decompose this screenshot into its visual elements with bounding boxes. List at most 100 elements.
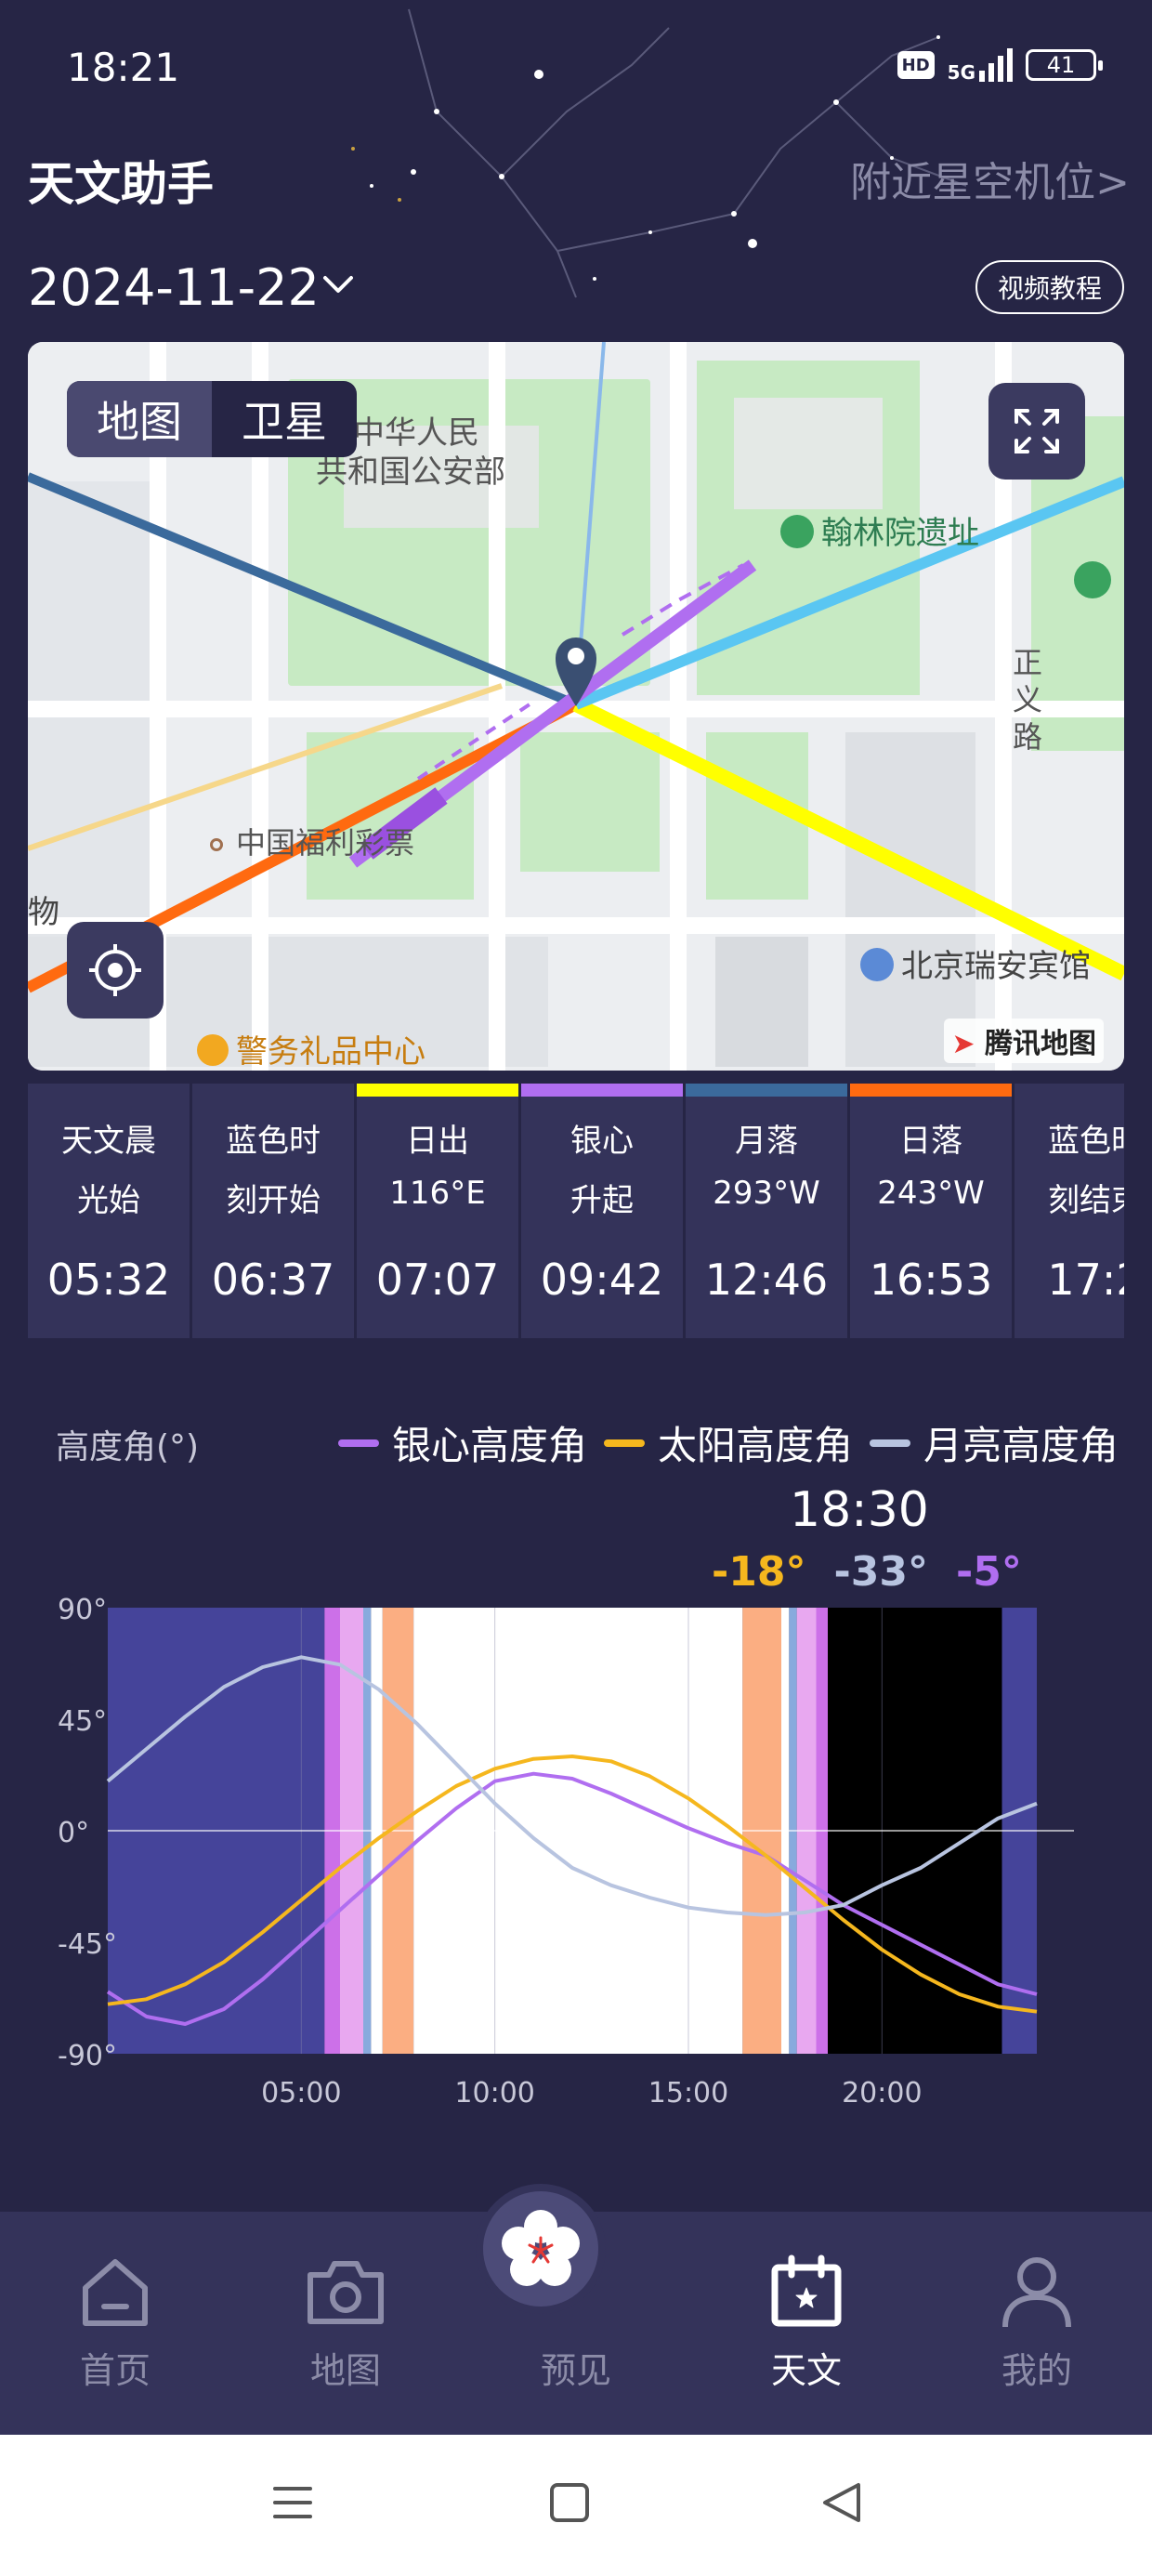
menu-icon[interactable] <box>269 2479 316 2526</box>
nav-mine-label: 我的 <box>1001 2350 1072 2391</box>
event-title: 银心 <box>570 1123 634 1160</box>
legend-item: 银心高度角 <box>337 1414 587 1471</box>
event-time: 07:07 <box>375 1255 500 1305</box>
events-strip[interactable]: 天文晨 光始 05:32 蓝色时 刻开始 06:37 日出 116°E 07:0… <box>28 1084 1124 1338</box>
map-label-police-gift: 警务礼品中心 <box>197 1026 425 1071</box>
map-brand-logo: ➤ 腾讯地图 <box>944 1019 1104 1063</box>
calendar-icon <box>771 2254 842 2327</box>
system-nav-bar <box>0 2435 1152 2576</box>
chart-legend: 银心高度角 太阳高度角 月亮高度角 <box>337 1414 1119 1471</box>
event-time: 16:53 <box>869 1255 993 1305</box>
event-card[interactable]: 月落 293°W 12:46 <box>686 1084 847 1338</box>
x-tick-label: 15:00 <box>648 2077 728 2109</box>
battery-icon: 41 <box>1026 49 1103 81</box>
event-time: 05:32 <box>46 1255 171 1305</box>
camera-icon <box>308 2261 384 2324</box>
y-tick-label: 90° <box>58 1594 107 1626</box>
x-tick-label: 05:00 <box>261 2077 341 2109</box>
nav-mine[interactable]: 我的 <box>944 2212 1130 2435</box>
map-mode-satellite[interactable]: 卫星 <box>212 381 357 457</box>
camera-poi-icon <box>1074 561 1111 607</box>
hd-icon: HD <box>897 51 935 79</box>
nav-home[interactable]: 首页 <box>22 2212 208 2435</box>
locate-me-button[interactable] <box>67 922 164 1019</box>
status-time: 18:21 <box>67 45 180 90</box>
hotel-icon <box>860 947 894 981</box>
event-title: 蓝色时 <box>1048 1123 1124 1160</box>
y-tick-label: -45° <box>58 1928 117 1961</box>
flower-icon <box>502 2210 580 2286</box>
home-square-icon[interactable] <box>546 2479 593 2526</box>
event-subtitle: 刻结束 <box>1048 1182 1124 1219</box>
event-color-bar <box>686 1084 847 1097</box>
legend-label: 月亮高度角 <box>923 1423 1119 1468</box>
event-color-bar <box>521 1084 683 1097</box>
map-label-hotel: 北京瑞安宾馆 <box>860 940 1091 986</box>
x-tick-label: 10:00 <box>454 2077 534 2109</box>
chevron-down-icon[interactable] <box>318 265 359 306</box>
event-subtitle: 116°E <box>389 1175 486 1212</box>
event-card[interactable]: 日落 243°W 16:53 <box>850 1084 1012 1338</box>
event-color-bar <box>1015 1084 1124 1097</box>
back-icon[interactable] <box>818 2477 868 2528</box>
crosshair-icon <box>89 944 141 996</box>
altitude-chart-panel[interactable]: 高度角(°) 银心高度角 太阳高度角 月亮高度角 18:30 -18° -33°… <box>28 1338 1124 2216</box>
legend-swatch <box>869 1439 910 1447</box>
status-bar: 18:21 HD 5G 41 <box>0 0 1152 130</box>
camera-poi-icon <box>780 514 814 548</box>
fullscreen-button[interactable] <box>988 383 1085 480</box>
event-color-bar <box>357 1084 518 1097</box>
signal-icon: 5G <box>948 48 1013 82</box>
event-title: 日落 <box>899 1123 962 1160</box>
event-color-bar <box>850 1084 1012 1097</box>
nav-astronomy-label: 天文 <box>770 2350 842 2391</box>
map-label-zhengyi-3: 路 <box>1013 719 1043 755</box>
fullscreen-icon <box>1015 409 1059 453</box>
altitude-chart[interactable]: 90° 45° 0° -45° -90° 05:00 10:00 15:00 20:00 <box>28 1589 1124 2128</box>
event-subtitle: 升起 <box>570 1182 634 1219</box>
event-time: 12:46 <box>704 1255 829 1305</box>
video-tutorial-button[interactable]: 视频教程 <box>975 260 1124 314</box>
preview-button[interactable] <box>476 2184 606 2314</box>
y-tick-label: -90° <box>58 2040 117 2072</box>
map-label-lottery: 中国福利彩票 <box>210 820 414 862</box>
compass-icon: ➤ <box>951 1028 975 1060</box>
map-label-edge: 物 <box>28 894 59 931</box>
event-time: 09:42 <box>540 1255 664 1305</box>
bottom-nav: 首页 地图 预见 天文 我的 <box>0 2184 1152 2435</box>
nav-map[interactable]: 地图 <box>253 2212 439 2435</box>
event-card[interactable]: 蓝色时 刻开始 06:37 <box>192 1084 354 1338</box>
nav-home-label: 首页 <box>79 2350 151 2391</box>
x-tick-label: 20:00 <box>842 2077 922 2109</box>
event-subtitle: 293°W <box>713 1175 820 1212</box>
legend-swatch <box>603 1439 645 1447</box>
map-mode-toggle[interactable]: 地图 卫星 <box>67 381 357 457</box>
event-subtitle: 243°W <box>877 1175 985 1212</box>
map-mode-map[interactable]: 地图 <box>67 381 212 457</box>
app-title: 天文助手 <box>28 157 214 211</box>
event-color-bar <box>192 1084 354 1097</box>
network-type: 5G <box>947 61 975 84</box>
nearby-spots-link[interactable]: 附近星空机位> <box>850 149 1130 208</box>
map-view[interactable]: 中华人民 共和国公安部 翰林院遗址 中国福利彩票 正 义 路 北京瑞安宾馆 警务… <box>28 342 1124 1071</box>
nav-preview[interactable]: 预见 <box>476 2184 669 2435</box>
battery-level: 41 <box>1046 52 1076 78</box>
event-card[interactable]: 蓝色时 刻结束 17:2 <box>1015 1084 1124 1338</box>
legend-swatch <box>337 1439 379 1447</box>
event-title: 蓝色时 <box>226 1123 321 1160</box>
event-card[interactable]: 天文晨 光始 05:32 <box>28 1084 190 1338</box>
shop-poi-icon <box>197 1033 229 1066</box>
nav-preview-label: 预见 <box>540 2350 611 2391</box>
date-selector[interactable]: 2024-11-22 <box>28 258 320 317</box>
nav-map-label: 地图 <box>309 2350 381 2391</box>
user-icon <box>1002 2257 1071 2328</box>
nav-astronomy[interactable]: 天文 <box>713 2212 899 2435</box>
chart-ylabel: 高度角(°) <box>56 1428 200 1466</box>
home-icon <box>83 2259 148 2326</box>
event-card[interactable]: 银心 升起 09:42 <box>521 1084 683 1338</box>
readout-time: 18:30 <box>790 1482 929 1538</box>
y-tick-label: 0° <box>58 1817 89 1849</box>
event-title: 日出 <box>406 1123 469 1160</box>
legend-item: 太阳高度角 <box>603 1414 853 1471</box>
event-card[interactable]: 日出 116°E 07:07 <box>357 1084 518 1338</box>
